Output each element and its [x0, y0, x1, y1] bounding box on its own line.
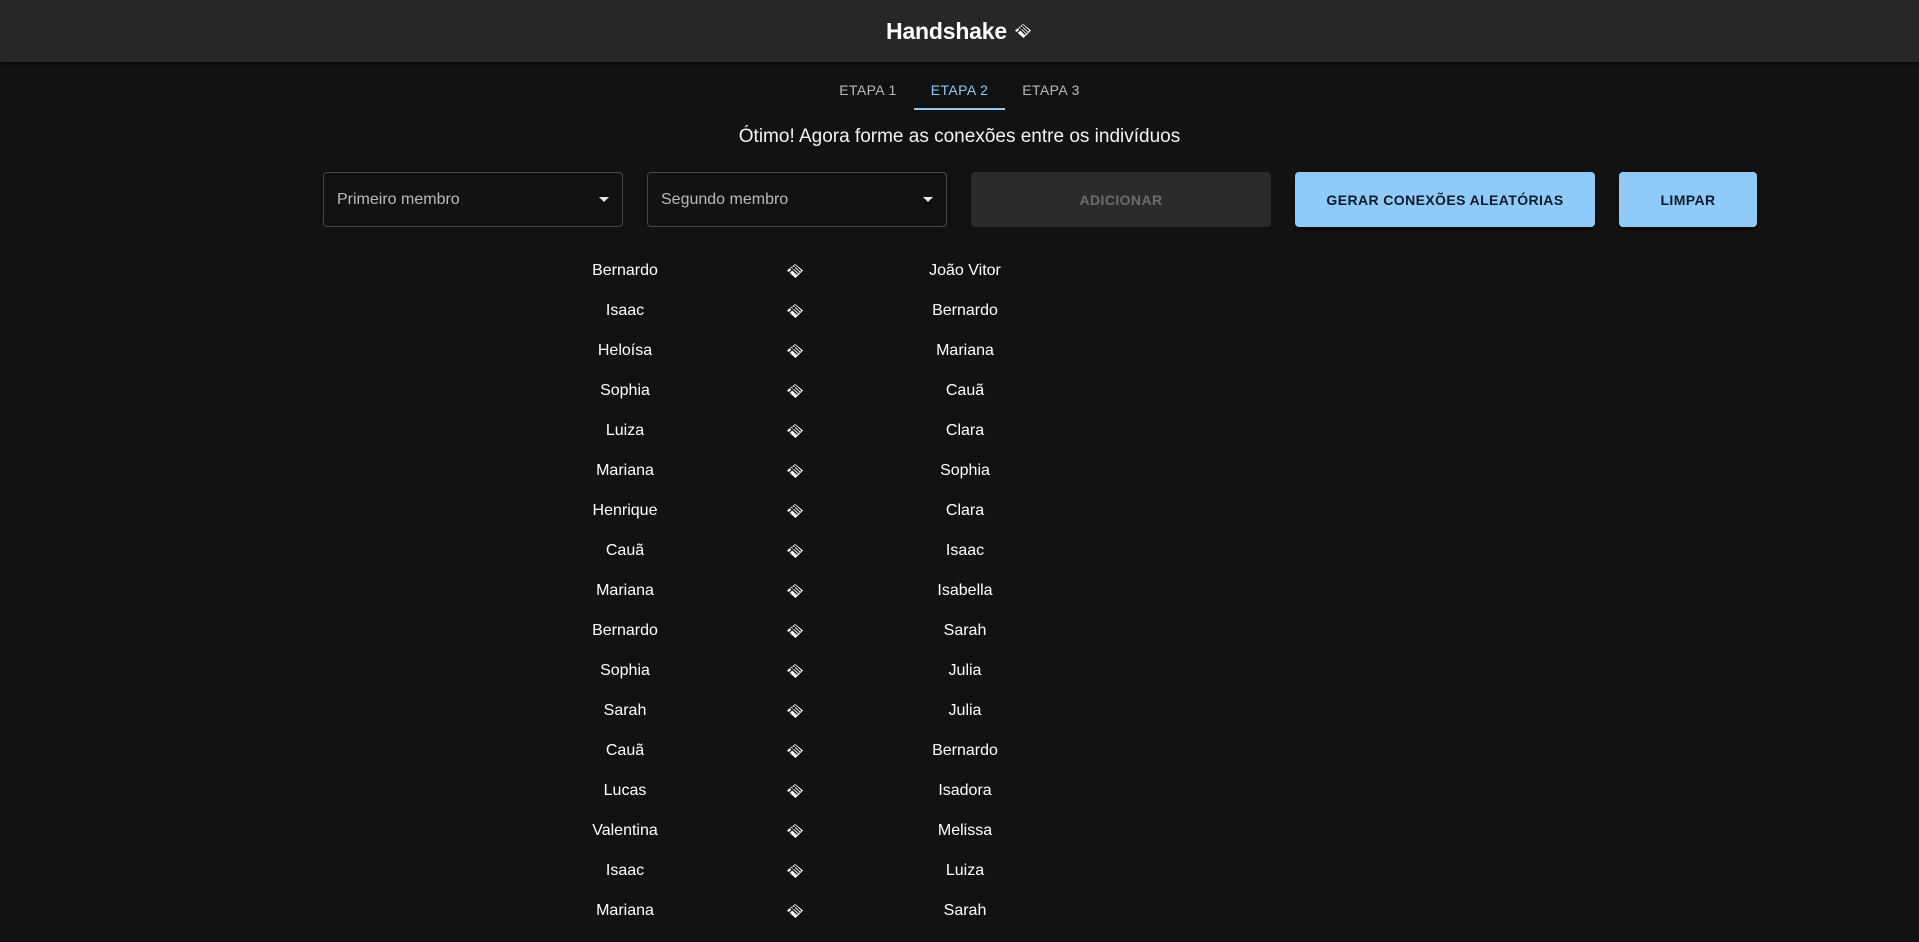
connection-member-b: João Vitor	[929, 262, 1001, 279]
app-bar: Handshake	[0, 0, 1919, 62]
connection-member-b: Cauã	[945, 382, 985, 399]
connection-member-b: Melissa	[937, 822, 993, 839]
handshake-icon	[785, 491, 805, 531]
connection-row: Mariana Isabella	[0, 571, 1100, 611]
connection-row: Cauã Isaac	[0, 531, 1100, 571]
connection-member-a: Sophia	[600, 382, 650, 399]
handshake-icon	[785, 811, 805, 851]
connection-row: Isaac Luiza	[0, 851, 1100, 891]
connection-row: Luiza Clara	[0, 411, 1100, 451]
connection-member-b: Isaac	[945, 542, 985, 559]
connection-member-b: Bernardo	[932, 742, 998, 759]
connection-member-a: Isaac	[605, 862, 645, 879]
first-member-select[interactable]: Primeiro membro	[323, 172, 623, 227]
connection-member-a: Heloísa	[597, 342, 653, 359]
connection-row: Bernardo João Vitor	[0, 251, 1100, 291]
connection-member-a: Henrique	[592, 502, 658, 519]
handshake-icon	[785, 291, 805, 331]
clear-button[interactable]: LIMPAR	[1619, 172, 1757, 227]
handshake-icon	[785, 251, 805, 291]
connection-list: Bernardo João Vitor Isaac Bernardo Heloísa Ma…	[0, 251, 1100, 931]
connection-row: Bernardo Sarah	[0, 611, 1100, 651]
handshake-icon	[785, 531, 805, 571]
connection-member-b: Julia	[948, 662, 982, 679]
handshake-icon	[785, 451, 805, 491]
connection-member-b: Bernardo	[932, 302, 998, 319]
handshake-icon	[785, 411, 805, 451]
app-title: Handshake	[886, 18, 1033, 45]
handshake-icon	[785, 571, 805, 611]
connection-member-b: Clara	[945, 422, 985, 439]
handshake-icon	[785, 371, 805, 411]
connection-member-b: Isabella	[937, 582, 993, 599]
connection-row: Sarah Julia	[0, 691, 1100, 731]
tab-etapa-1[interactable]: ETAPA 1	[822, 70, 914, 110]
handshake-icon	[1013, 21, 1033, 41]
second-member-select[interactable]: Segundo membro	[647, 172, 947, 227]
connection-member-b: Mariana	[936, 342, 994, 359]
handshake-icon	[785, 611, 805, 651]
handshake-icon	[785, 851, 805, 891]
instruction-text: Ótimo! Agora forme as conexões entre os …	[738, 126, 1181, 147]
connection-member-a: Sophia	[600, 662, 650, 679]
handshake-icon	[785, 331, 805, 371]
step-tabs: ETAPA 1 ETAPA 2 ETAPA 3	[0, 70, 1919, 110]
handshake-icon	[785, 691, 805, 731]
connection-row: Henrique Clara	[0, 491, 1100, 531]
handshake-icon	[785, 771, 805, 811]
connection-member-a: Cauã	[605, 542, 645, 559]
second-member-placeholder: Segundo membro	[661, 190, 789, 208]
connection-member-b: Clara	[945, 502, 985, 519]
connection-row: Mariana Sophia	[0, 451, 1100, 491]
connection-row: Mariana Sarah	[0, 891, 1100, 931]
connection-row: Cauã Bernardo	[0, 731, 1100, 771]
handshake-icon	[785, 891, 805, 931]
connection-member-a: Cauã	[605, 742, 645, 759]
connection-member-a: Isaac	[605, 302, 645, 319]
connection-member-a: Bernardo	[592, 622, 658, 639]
connection-member-b: Luiza	[945, 862, 985, 879]
connection-member-b: Sophia	[940, 462, 990, 479]
handshake-icon	[785, 731, 805, 771]
connection-member-b: Isadora	[938, 782, 992, 799]
connection-member-a: Mariana	[596, 902, 654, 919]
connection-member-b: Sarah	[943, 622, 987, 639]
connection-member-a: Mariana	[596, 582, 654, 599]
connection-row: Isaac Bernardo	[0, 291, 1100, 331]
connection-row: Sophia Cauã	[0, 371, 1100, 411]
connection-member-a: Luiza	[605, 422, 645, 439]
handshake-icon	[785, 651, 805, 691]
connection-row: Sophia Julia	[0, 651, 1100, 691]
connection-row: Heloísa Mariana	[0, 331, 1100, 371]
tab-etapa-2[interactable]: ETAPA 2	[913, 70, 1006, 110]
connection-member-a: Valentina	[592, 822, 658, 839]
connection-member-a: Bernardo	[592, 262, 658, 279]
generate-random-connections-button[interactable]: GERAR CONEXÕES ALEATÓRIAS	[1295, 172, 1595, 227]
tab-etapa-3[interactable]: ETAPA 3	[1005, 70, 1097, 110]
connection-row: Lucas Isadora	[0, 771, 1100, 811]
connection-member-a: Lucas	[603, 782, 647, 799]
connection-member-a: Mariana	[596, 462, 654, 479]
add-button[interactable]: ADICIONAR	[971, 172, 1271, 227]
connection-member-b: Sarah	[943, 902, 987, 919]
chevron-down-icon	[923, 197, 933, 202]
chevron-down-icon	[599, 197, 609, 202]
first-member-placeholder: Primeiro membro	[337, 190, 460, 208]
connection-row: Valentina Melissa	[0, 811, 1100, 851]
connection-member-b: Julia	[948, 702, 982, 719]
connection-member-a: Sarah	[603, 702, 647, 719]
app-title-text: Handshake	[886, 17, 1007, 44]
